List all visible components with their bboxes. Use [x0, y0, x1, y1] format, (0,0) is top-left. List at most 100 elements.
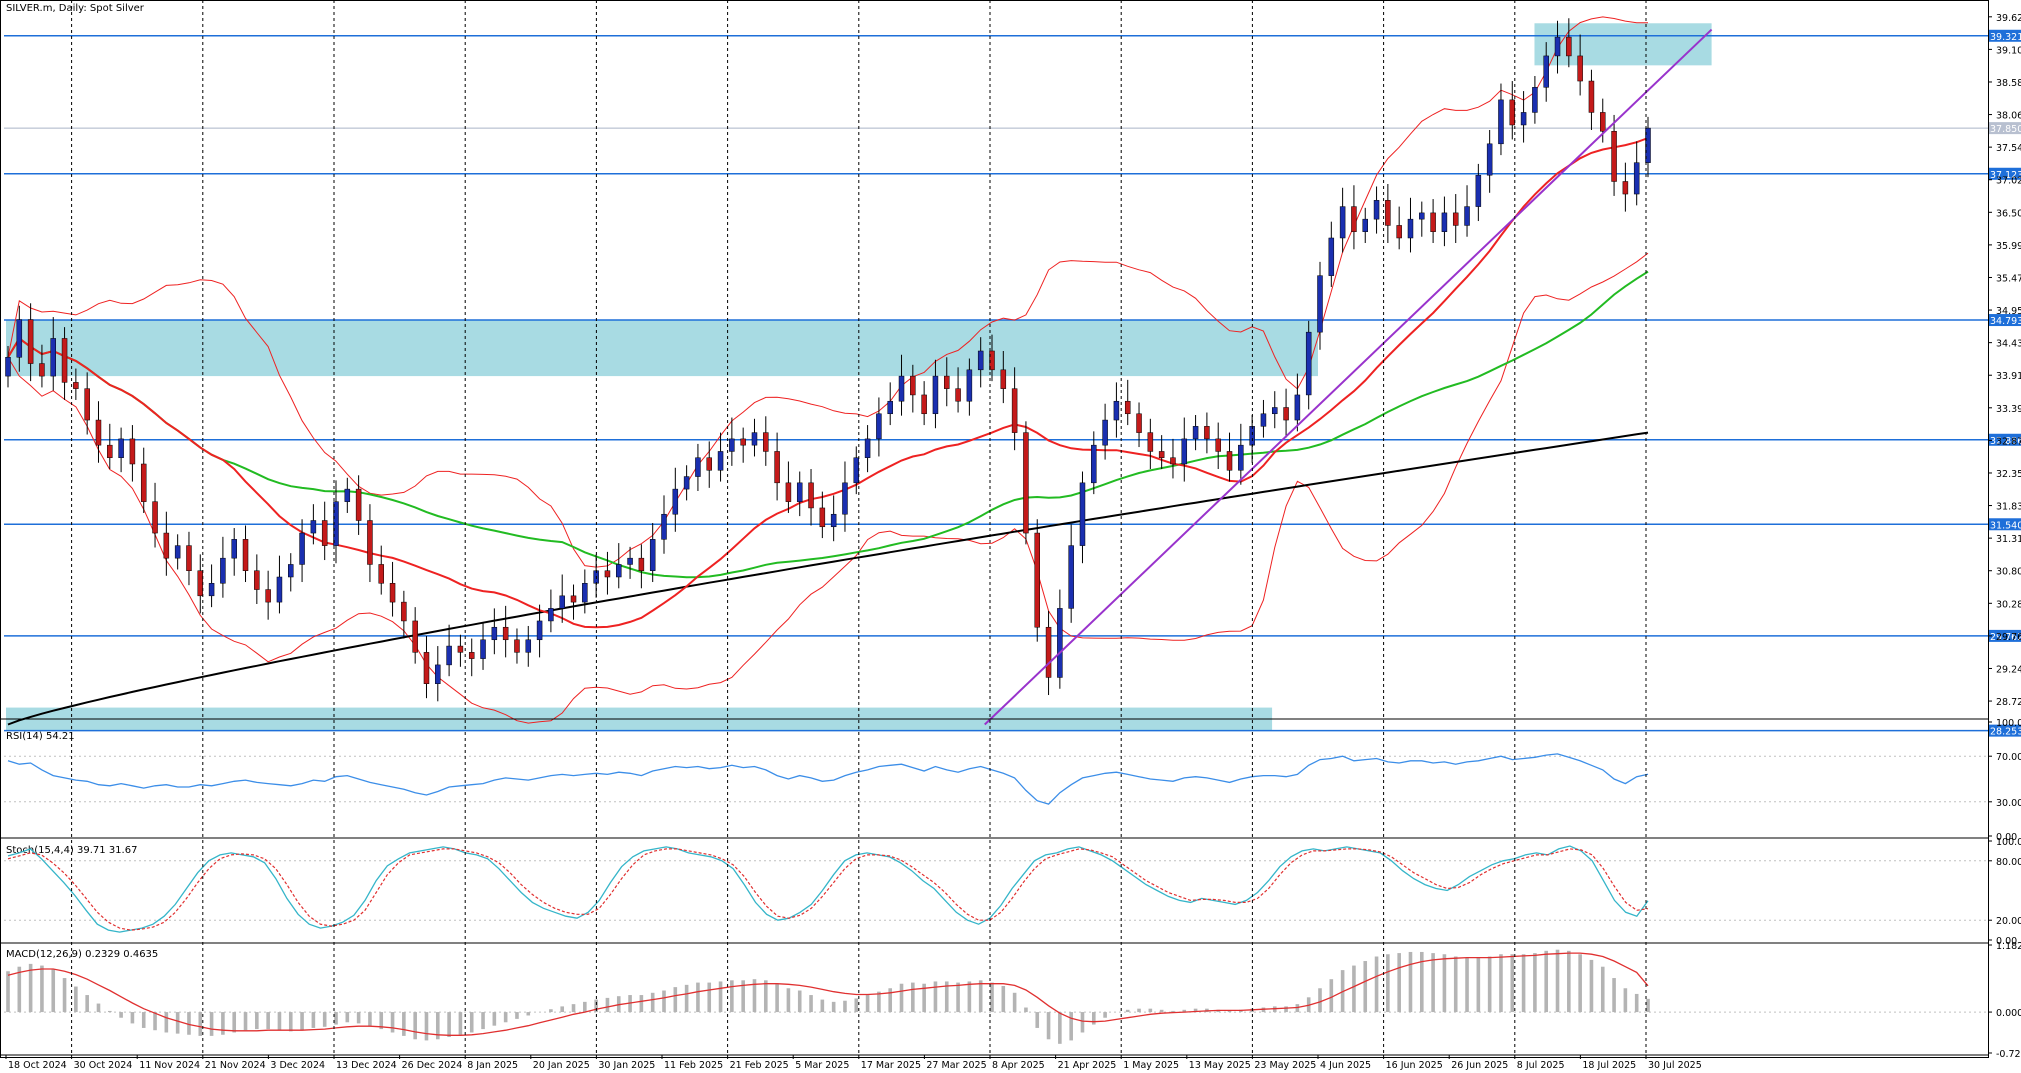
candle[interactable] [514, 639, 520, 653]
candle[interactable] [1452, 212, 1459, 226]
candle[interactable] [152, 501, 158, 534]
candle[interactable] [1204, 426, 1210, 440]
candle[interactable] [751, 432, 758, 446]
candle[interactable] [220, 557, 226, 584]
candle[interactable] [706, 457, 712, 471]
candle[interactable] [1000, 369, 1007, 389]
candle[interactable] [649, 539, 656, 571]
candle[interactable] [1622, 181, 1629, 195]
candle[interactable] [1170, 457, 1176, 465]
candle[interactable] [864, 438, 871, 458]
candle[interactable] [1317, 275, 1323, 333]
candle[interactable] [638, 557, 645, 571]
candle[interactable] [367, 520, 373, 565]
candle[interactable] [796, 482, 803, 502]
candle[interactable] [1011, 388, 1018, 433]
candle[interactable] [1113, 400, 1120, 421]
candle[interactable] [1283, 407, 1289, 421]
trading-chart[interactable]: SILVER.m, Daily: Spot Silver 39.32137.12… [0, 0, 2021, 1073]
candle[interactable] [808, 482, 814, 509]
candle[interactable] [276, 576, 283, 603]
candle[interactable] [887, 400, 893, 415]
candle[interactable] [785, 482, 792, 502]
candle[interactable] [468, 652, 475, 659]
candle[interactable] [1532, 87, 1538, 113]
candle[interactable] [774, 451, 780, 484]
candle[interactable] [853, 457, 860, 484]
candle[interactable] [310, 520, 317, 534]
candle[interactable] [265, 589, 271, 603]
candle[interactable] [129, 438, 136, 465]
candle[interactable] [1430, 212, 1436, 232]
candle[interactable] [355, 488, 362, 521]
candle[interactable] [1238, 444, 1244, 471]
candle[interactable] [955, 388, 961, 402]
candle[interactable] [491, 626, 498, 641]
candle[interactable] [163, 532, 170, 559]
candle[interactable] [944, 375, 950, 389]
candle[interactable] [717, 451, 724, 471]
candle[interactable] [842, 482, 848, 515]
candle[interactable] [1079, 482, 1086, 546]
candle[interactable] [1294, 394, 1301, 421]
candle[interactable] [1543, 55, 1549, 88]
candle[interactable] [5, 357, 11, 377]
candle[interactable] [84, 388, 90, 421]
candle[interactable] [1147, 432, 1154, 452]
candle[interactable] [1057, 608, 1063, 678]
candle[interactable] [480, 639, 486, 659]
candle[interactable] [321, 520, 328, 546]
candle[interactable] [1588, 80, 1595, 113]
candle[interactable] [763, 432, 769, 452]
candle[interactable] [729, 438, 735, 452]
candle[interactable] [174, 545, 181, 559]
candle[interactable] [1158, 451, 1165, 458]
candle[interactable] [627, 557, 633, 565]
candle[interactable] [966, 369, 973, 402]
candle[interactable] [1498, 99, 1504, 145]
candle[interactable] [661, 513, 667, 540]
candle[interactable] [1419, 212, 1425, 220]
candle[interactable] [1385, 200, 1391, 226]
candle[interactable] [536, 620, 543, 641]
candle[interactable] [1034, 532, 1040, 628]
stochastic-panel[interactable]: Stoch(15,4,4) 39.71 31.67 100.0080.0020.… [4, 837, 2021, 947]
candle[interactable] [118, 438, 124, 458]
candle[interactable] [548, 608, 554, 622]
candle[interactable] [107, 444, 113, 458]
candle[interactable] [1577, 55, 1583, 82]
macd-panel[interactable]: MACD(12,26,9) 0.2329 0.4635 1.1828 0.0000… [4, 941, 2021, 1060]
candle[interactable] [1441, 212, 1448, 232]
candle[interactable] [1362, 218, 1368, 232]
candle[interactable] [1328, 237, 1335, 276]
candle[interactable] [1181, 438, 1188, 465]
candle[interactable] [50, 338, 56, 377]
candle[interactable] [1023, 432, 1029, 534]
candle[interactable] [695, 457, 701, 477]
candle[interactable] [977, 350, 984, 371]
candle[interactable] [344, 488, 351, 502]
candle[interactable] [672, 488, 679, 515]
candle[interactable] [582, 583, 588, 603]
candle[interactable] [1611, 131, 1617, 182]
candle[interactable] [1215, 438, 1221, 452]
candle[interactable] [683, 476, 690, 490]
candle[interactable] [1102, 419, 1108, 446]
candle[interactable] [1396, 225, 1402, 239]
candle[interactable] [1566, 36, 1572, 57]
candle[interactable] [39, 363, 45, 377]
candle[interactable] [73, 382, 79, 389]
candle[interactable] [401, 601, 407, 622]
candle[interactable] [1554, 36, 1561, 57]
candle[interactable] [1475, 174, 1482, 207]
candle[interactable] [95, 419, 102, 446]
candle[interactable] [186, 545, 192, 571]
candle[interactable] [1272, 407, 1278, 415]
candle[interactable] [1045, 626, 1052, 678]
candle[interactable] [378, 564, 384, 584]
candle[interactable] [1407, 218, 1414, 239]
candle[interactable] [1351, 206, 1357, 232]
candle[interactable] [208, 583, 215, 597]
candle[interactable] [1339, 206, 1346, 239]
candle[interactable] [412, 620, 418, 653]
